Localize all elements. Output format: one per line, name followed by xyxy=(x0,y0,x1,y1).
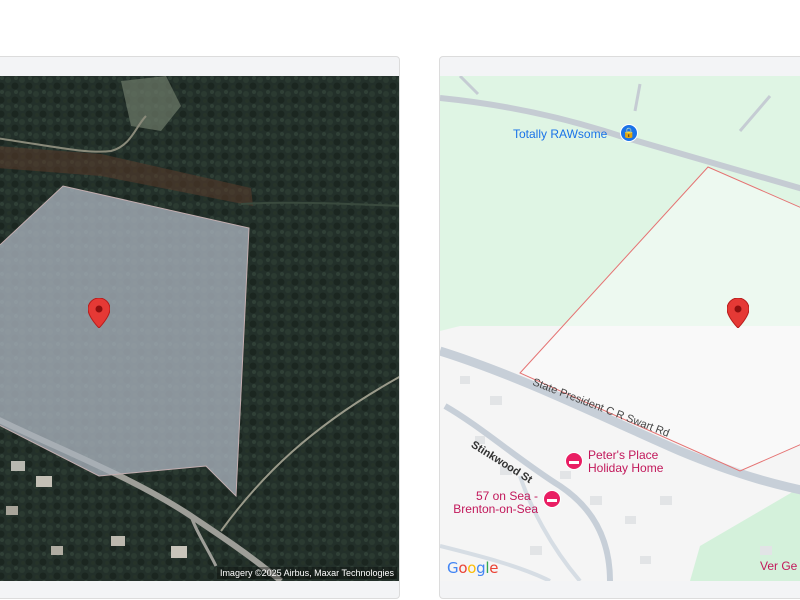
poi-label-ver-ge[interactable]: Ver Ge xyxy=(760,560,797,573)
satellite-map[interactable]: Imagery ©2025 Airbus, Maxar Technologies xyxy=(0,76,399,581)
poi-label-totally-rawsome[interactable]: Totally RAWsome xyxy=(513,128,607,141)
imagery-attribution: Imagery ©2025 Airbus, Maxar Technologies xyxy=(216,567,397,579)
lodging-icon[interactable]: ▬ xyxy=(565,452,583,470)
poi-label-57-on-sea[interactable]: 57 on Sea - Brenton-on-Sea xyxy=(450,490,538,516)
satellite-map-card: Imagery ©2025 Airbus, Maxar Technologies xyxy=(0,56,400,599)
poi-label-peters-place[interactable]: Peter's Place Holiday Home xyxy=(588,449,663,475)
roadmap-card: State President C R Swart Rd Stinkwood S… xyxy=(439,56,800,599)
satellite-imagery xyxy=(0,76,399,581)
google-logo: Google xyxy=(447,559,499,577)
road-map[interactable]: State President C R Swart Rd Stinkwood S… xyxy=(440,76,800,581)
lodging-icon[interactable]: ▬ xyxy=(543,490,561,508)
location-pin-icon[interactable] xyxy=(727,298,749,328)
location-pin-icon[interactable] xyxy=(88,298,110,328)
shopping-bag-icon[interactable]: 🔒 xyxy=(620,124,638,142)
